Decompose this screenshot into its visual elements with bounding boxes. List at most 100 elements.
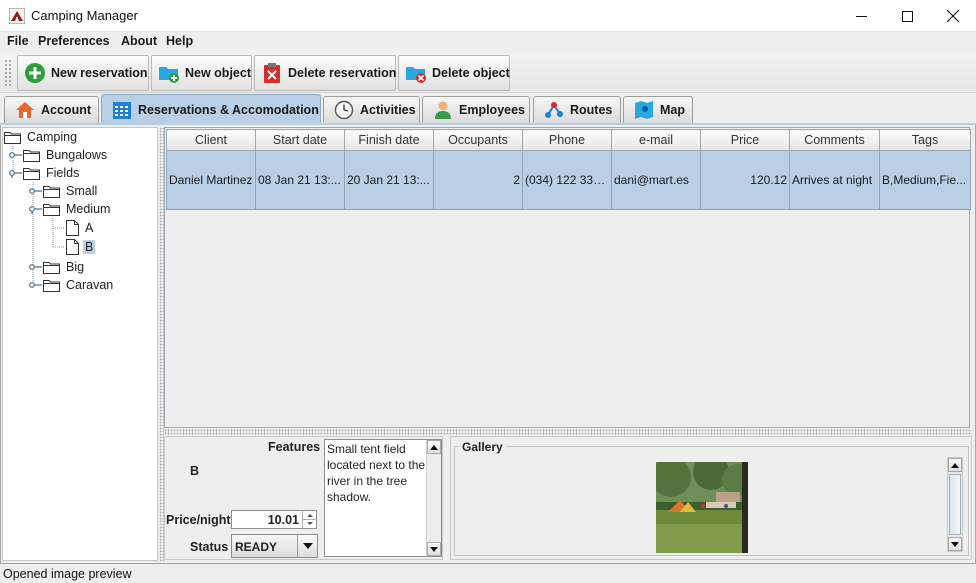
delete-reservation-button[interactable]: Delete reservation (254, 55, 396, 91)
column-header-comments[interactable]: Comments (789, 129, 880, 151)
tab-routes[interactable]: Routes (533, 96, 621, 123)
toolbar: New reservation New object Delete reserv… (0, 53, 976, 93)
menu-preferences[interactable]: Preferences (38, 34, 110, 48)
dropdown-arrow-button[interactable] (297, 535, 317, 557)
tree-node-label: Bungalows (46, 148, 108, 162)
tree-node-small[interactable]: Small (29, 182, 99, 200)
gallery-title: Gallery (459, 440, 506, 454)
arrow-down-icon (430, 546, 438, 552)
tree-handle-collapsed-icon (9, 152, 22, 158)
tree-handle-expanded-icon (9, 170, 22, 178)
chevron-down-icon (302, 543, 313, 549)
cell-start-date[interactable]: 08 Jan 21 13:... (255, 150, 345, 210)
minimize-button[interactable] (838, 0, 884, 32)
cell-finish-date[interactable]: 20 Jan 21 13:... (344, 150, 434, 210)
horizontal-split-divider[interactable] (164, 429, 972, 435)
menu-about[interactable]: About (121, 34, 157, 48)
menu-file[interactable]: File (7, 34, 29, 48)
delete-object-label: Delete object (432, 66, 510, 80)
gallery-scroll-down-button[interactable] (948, 537, 962, 551)
features-textarea[interactable]: Small tent field located next to the riv… (324, 439, 442, 557)
person-icon (435, 101, 451, 119)
delete-object-button[interactable]: Delete object (398, 55, 510, 91)
cell-tags[interactable]: B,Medium,Fie... (879, 150, 971, 210)
toolbar-grip[interactable] (4, 59, 12, 87)
table-row[interactable]: Daniel Martinez 08 Jan 21 13:... 20 Jan … (166, 150, 971, 210)
tree-handle-expanded-icon (29, 206, 42, 214)
features-scrollbar[interactable] (426, 440, 441, 556)
tree-node-label: Big (66, 260, 85, 274)
tree-handle-collapsed-icon (29, 188, 42, 194)
accommodation-tree: Camping Bungalows Fields Small Medium A … (2, 127, 158, 561)
cell-email[interactable]: dani@mart.es (611, 150, 701, 210)
tab-account[interactable]: Account (4, 96, 99, 123)
column-header-phone[interactable]: Phone (522, 129, 612, 151)
delete-folder-icon (406, 67, 426, 83)
gallery-scroll-thumb[interactable] (949, 474, 961, 535)
status-label: Status (190, 540, 229, 554)
plus-circle-icon (25, 63, 45, 83)
tab-map[interactable]: Map (623, 96, 693, 123)
tree-node-label: Camping (27, 130, 78, 144)
tab-activities[interactable]: Activities (323, 96, 420, 123)
tree-node-caravan[interactable]: Caravan (29, 276, 115, 294)
tab-routes-label: Routes (570, 103, 613, 117)
campsite-photo[interactable] (656, 462, 748, 553)
tree-node-bungalows[interactable]: Bungalows (9, 146, 109, 164)
tree-node-medium[interactable]: Medium (29, 200, 112, 218)
folder-icon (23, 149, 40, 162)
tab-activities-label: Activities (360, 103, 416, 117)
column-header-occupants[interactable]: Occupants (433, 129, 523, 151)
cell-phone[interactable]: (034) 122 332... (522, 150, 612, 210)
scroll-up-button[interactable] (427, 440, 441, 454)
tree-node-label: A (85, 221, 94, 235)
calendar-icon (113, 101, 131, 119)
arrow-up-icon (951, 462, 959, 468)
status-dropdown[interactable]: READY (231, 534, 318, 558)
new-reservation-button[interactable]: New reservation (17, 55, 149, 91)
column-header-start-date[interactable]: Start date (255, 129, 345, 151)
cell-comments[interactable]: Arrives at night (789, 150, 880, 210)
map-icon (635, 101, 653, 119)
folder-icon (23, 167, 40, 180)
tab-employees-label: Employees (459, 103, 526, 117)
camping-app-icon (9, 8, 25, 24)
spinner-arrows-icon (303, 514, 317, 525)
features-text: Small tent field located next to the riv… (327, 442, 426, 504)
cell-occupants[interactable]: 2 (433, 150, 523, 210)
tab-reservations[interactable]: Reservations & Accomodation (101, 94, 321, 124)
document-icon (66, 239, 79, 255)
tree-node-fields[interactable]: Fields (9, 164, 81, 182)
scroll-down-button[interactable] (427, 542, 441, 556)
tab-employees[interactable]: Employees (422, 96, 530, 123)
price-spinner[interactable]: 10.01 (231, 510, 317, 529)
tree-node-label: Caravan (66, 278, 114, 292)
tree-node-label: Small (66, 184, 98, 198)
gallery-scroll-up-button[interactable] (948, 458, 962, 472)
menu-help[interactable]: Help (166, 34, 193, 48)
column-header-client[interactable]: Client (166, 129, 256, 151)
folder-icon (43, 261, 60, 274)
tree-node-big[interactable]: Big (29, 258, 86, 276)
cell-client[interactable]: Daniel Martinez (166, 150, 256, 210)
spinner-buttons[interactable] (302, 511, 317, 528)
column-header-finish-date[interactable]: Finish date (344, 129, 434, 151)
column-header-price[interactable]: Price (700, 129, 790, 151)
gallery-scrollbar[interactable] (947, 457, 963, 552)
clock-icon (334, 100, 354, 120)
column-header-email[interactable]: e-mail (611, 129, 701, 151)
route-icon (545, 102, 563, 118)
reservations-table: Client Start date Finish date Occupants … (164, 127, 971, 428)
features-label: Features (268, 440, 321, 454)
accommodation-name: B (190, 464, 200, 478)
column-header-tags[interactable]: Tags (879, 129, 971, 151)
tree-node-camping[interactable]: Camping (4, 128, 79, 146)
tree-handle-collapsed-icon (29, 264, 42, 270)
tree-node-b[interactable]: B (66, 238, 96, 256)
tree-node-a[interactable]: A (66, 219, 95, 237)
maximize-button[interactable] (884, 0, 930, 32)
new-object-button[interactable]: New object (151, 55, 252, 91)
cell-price[interactable]: 120.12 (700, 150, 790, 210)
close-button[interactable] (930, 0, 976, 32)
delete-reservation-label: Delete reservation (288, 66, 397, 80)
